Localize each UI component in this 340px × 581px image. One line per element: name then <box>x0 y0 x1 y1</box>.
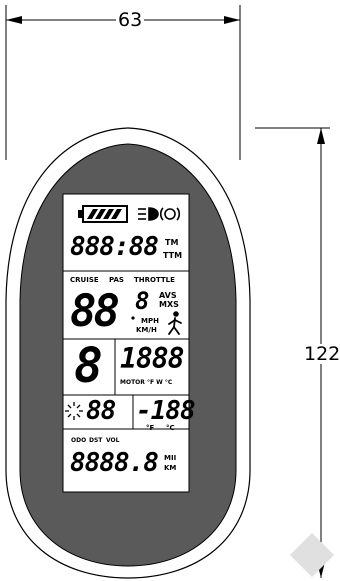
label-odo: ODO <box>71 437 87 444</box>
temp-left-readout: 88 <box>86 396 116 426</box>
dist-unit-km: KM <box>164 464 177 472</box>
dist-unit-mi: MII <box>164 454 177 462</box>
label-mph: MPH <box>141 317 159 325</box>
motor-readout: 1888 <box>120 342 184 375</box>
distance-readout: 8888.8 <box>70 448 159 478</box>
time-unit-ttm: TTM <box>163 251 183 260</box>
temp-unit-c: °C <box>166 424 175 432</box>
motor-unit-labels: MOTOR °F W °C <box>120 379 173 386</box>
label-pas: PAS <box>109 276 124 284</box>
watermark-icon <box>290 533 334 577</box>
label-mxs: MXS <box>159 300 179 309</box>
temp-right-readout: -188 <box>136 396 196 426</box>
assist-level-readout: 8 <box>74 338 103 394</box>
width-arrow-left <box>6 16 22 24</box>
label-throttle: THROTTLE <box>134 276 175 284</box>
label-dst: DST <box>89 437 103 444</box>
label-avs: AVS <box>159 291 177 300</box>
drawing: 63 122 888:88 TM TTM CRUISE PAS THROTTLE… <box>0 0 340 581</box>
temp-unit-f: °F <box>146 424 155 432</box>
label-vol: VOL <box>106 437 120 444</box>
speed-decimal-digit: 8 <box>135 287 149 315</box>
battery-icon <box>78 205 128 223</box>
label-cruise: CRUISE <box>70 276 99 284</box>
time-unit-tm: TM <box>165 238 179 247</box>
width-dimension-label: 63 <box>116 9 145 31</box>
time-readout: 888:88 <box>70 232 159 262</box>
height-dimension-label: 122 <box>302 344 340 364</box>
width-arrow-right <box>224 16 240 24</box>
speed-readout: 88 <box>70 286 120 337</box>
speed-decimal-point <box>131 316 135 320</box>
label-kmh: KM/H <box>136 326 157 334</box>
height-arrow-top <box>317 128 325 144</box>
